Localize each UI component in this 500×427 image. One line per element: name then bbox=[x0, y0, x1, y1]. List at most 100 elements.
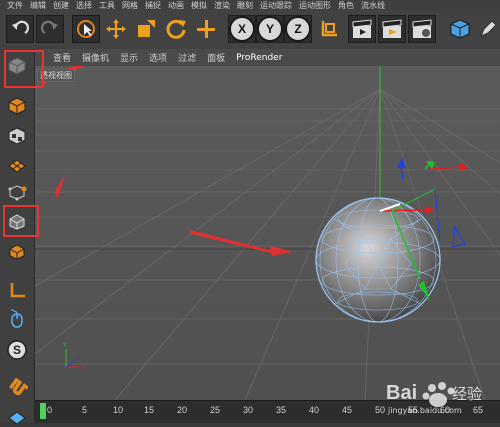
viewport-menu-panel[interactable]: 面板 bbox=[207, 51, 225, 64]
tick-label: 5 bbox=[82, 405, 88, 415]
cube-orange-icon bbox=[8, 97, 26, 115]
move-button[interactable] bbox=[102, 15, 130, 43]
tick-label: 30 bbox=[243, 405, 254, 415]
menu-animate[interactable]: 动画 bbox=[168, 0, 184, 10]
workplane-lock-button[interactable] bbox=[4, 401, 30, 427]
menu-motion-tracking[interactable]: 运动跟踪 bbox=[260, 0, 292, 10]
scale-button[interactable] bbox=[132, 15, 160, 43]
grid-plane-icon bbox=[8, 159, 26, 173]
viewport-menu-filter[interactable]: 过滤 bbox=[178, 51, 196, 64]
viewport-menu-display[interactable]: 显示 bbox=[120, 51, 138, 64]
timeline-playhead[interactable] bbox=[40, 403, 46, 419]
tick-label: 45 bbox=[342, 405, 353, 415]
scale-icon bbox=[138, 20, 155, 37]
menu-file[interactable]: 文件 bbox=[7, 0, 23, 10]
tick-label: 25 bbox=[210, 405, 221, 415]
pen-icon bbox=[480, 20, 497, 37]
redo-button[interactable] bbox=[36, 15, 64, 43]
tick-label: 40 bbox=[309, 405, 320, 415]
highlight-box-polygon-tool bbox=[3, 205, 39, 237]
highlight-box-top bbox=[4, 50, 44, 88]
menu-snap[interactable]: 捕捉 bbox=[145, 0, 161, 10]
snap-button[interactable]: S bbox=[4, 337, 30, 363]
viewport-menu-camera[interactable]: 摄像机 bbox=[82, 51, 109, 64]
workplane-mode-button[interactable] bbox=[4, 151, 30, 177]
points-mode-button[interactable] bbox=[4, 179, 30, 205]
tick-label: 0 bbox=[47, 405, 53, 415]
axis-corner-icon bbox=[10, 283, 25, 298]
snap-s-icon: S bbox=[7, 340, 27, 360]
axis-x-button[interactable]: X bbox=[228, 15, 256, 43]
checker-cube-icon bbox=[8, 127, 26, 145]
baidu-watermark: Bai 经验 jingyan.baidu.com bbox=[372, 376, 492, 422]
menu-character[interactable]: 角色 bbox=[338, 0, 354, 10]
menu-tools[interactable]: 工具 bbox=[99, 0, 115, 10]
perspective-viewport[interactable]: Y X Z 查看 摄像机 显示 选项 过滤 面板 ProRender 透视视图 bbox=[35, 49, 500, 400]
menu-pipeline[interactable]: 流水线 bbox=[361, 0, 385, 10]
axis-y-label: Y bbox=[257, 16, 283, 42]
watermark-url: jingyan.baidu.com bbox=[388, 406, 462, 415]
texture-mode-button[interactable] bbox=[4, 123, 30, 149]
svg-text:X: X bbox=[81, 364, 85, 371]
render-picture-viewer-button[interactable] bbox=[378, 15, 406, 43]
tick-label: 35 bbox=[276, 405, 287, 415]
coordinate-system-icon bbox=[321, 21, 337, 37]
grid-icon bbox=[8, 411, 26, 424]
clapperboard-icon bbox=[352, 19, 372, 38]
pen-button[interactable] bbox=[474, 15, 500, 43]
polygons-mode-button[interactable] bbox=[4, 239, 30, 265]
transform-button[interactable] bbox=[192, 15, 220, 43]
live-selection-icon bbox=[77, 20, 95, 38]
coordinate-system-button[interactable] bbox=[314, 15, 342, 43]
watermark-brand-2: 经验 bbox=[452, 385, 483, 403]
svg-text:Y: Y bbox=[62, 342, 67, 349]
tick-label: 20 bbox=[177, 405, 188, 415]
main-toolbar: X Y Z bbox=[0, 10, 500, 50]
viewport-menu-options[interactable]: 选项 bbox=[149, 51, 167, 64]
clapperboard-gear-icon bbox=[412, 19, 432, 38]
axis-z-label: Z bbox=[285, 16, 311, 42]
crosshair-icon bbox=[197, 20, 215, 38]
magnet-button[interactable] bbox=[4, 371, 30, 397]
svg-text:S: S bbox=[13, 343, 21, 357]
menu-bar: 文件 编辑 创建 选择 工具 网格 捕捉 动画 模拟 渲染 雕刻 运动跟踪 运动… bbox=[0, 0, 500, 10]
polygons-cube-icon bbox=[9, 244, 25, 260]
render-view-button[interactable] bbox=[348, 15, 376, 43]
magnet-icon bbox=[9, 377, 28, 395]
live-selection-button[interactable] bbox=[72, 15, 100, 43]
menu-simulate[interactable]: 模拟 bbox=[191, 0, 207, 10]
rotate-icon bbox=[166, 19, 186, 39]
tick-label: 15 bbox=[144, 405, 155, 415]
menu-mesh[interactable]: 网格 bbox=[122, 0, 138, 10]
model-mode-button[interactable] bbox=[4, 93, 30, 119]
render-settings-button[interactable] bbox=[408, 15, 436, 43]
viewport-menu-view[interactable]: 查看 bbox=[53, 51, 71, 64]
menu-edit[interactable]: 编辑 bbox=[30, 0, 46, 10]
undo-icon bbox=[12, 20, 30, 34]
clapperboard-play-icon bbox=[382, 19, 402, 38]
viewport-menu-prorender[interactable]: ProRender bbox=[236, 53, 282, 63]
axis-y-button[interactable]: Y bbox=[256, 15, 284, 43]
menu-create[interactable]: 创建 bbox=[53, 0, 69, 10]
menu-select[interactable]: 选择 bbox=[76, 0, 92, 10]
viewport-scene: Y X Z bbox=[35, 49, 500, 400]
move-icon bbox=[106, 19, 126, 39]
watermark-brand: Bai bbox=[386, 382, 418, 404]
menu-mograph[interactable]: 运动图形 bbox=[299, 0, 331, 10]
mouse-icon bbox=[11, 308, 23, 328]
redo-icon bbox=[40, 20, 58, 34]
svg-text:Z: Z bbox=[76, 355, 80, 362]
rotate-button[interactable] bbox=[162, 15, 190, 43]
menu-render[interactable]: 渲染 bbox=[214, 0, 230, 10]
tick-label: 10 bbox=[113, 405, 124, 415]
axis-z-button[interactable]: Z bbox=[284, 15, 312, 43]
tweak-mode-button[interactable] bbox=[4, 305, 30, 331]
axis-mode-button[interactable] bbox=[4, 277, 30, 303]
cube-icon bbox=[450, 19, 470, 39]
undo-button[interactable] bbox=[6, 15, 34, 43]
viewport-menu: 查看 摄像机 显示 选项 过滤 面板 ProRender bbox=[35, 49, 500, 66]
cube-button[interactable] bbox=[446, 15, 474, 43]
menu-sculpt[interactable]: 雕刻 bbox=[237, 0, 253, 10]
points-cube-icon bbox=[8, 185, 27, 201]
sphere-object bbox=[315, 197, 441, 323]
